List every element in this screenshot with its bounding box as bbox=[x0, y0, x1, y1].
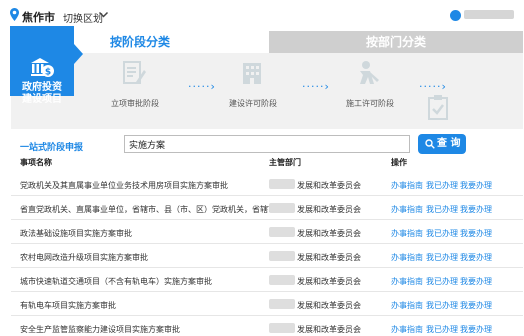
item-name: 农村电网改造升级项目实施方案审批 bbox=[20, 253, 148, 262]
header-department: 主管部门 bbox=[269, 158, 301, 167]
table-row: 城市快速轨道交通项目（不含有轨电车）实施方案审批 发展和改革委员会 办事指南 我… bbox=[11, 269, 523, 292]
item-name: 城市快速轨道交通项目（不含有轨电车）实施方案审批 bbox=[20, 277, 212, 286]
department-name: 发展和改革委员会 bbox=[297, 229, 361, 238]
done-link[interactable]: 我已办理 bbox=[426, 204, 458, 215]
table-row: 安全生产监管监察能力建设项目实施方案审批 发展和改革委员会 办事指南 我已办理 … bbox=[11, 317, 523, 336]
department-prefix-redacted bbox=[269, 323, 295, 333]
item-name: 有轨电车项目实施方案审批 bbox=[20, 301, 116, 310]
item-name: 党政机关及其直属事业单位业务技术用房项目实施方案审批 bbox=[20, 181, 228, 190]
chevron-down-icon[interactable] bbox=[98, 9, 109, 20]
header-actions: 操作 bbox=[391, 158, 407, 167]
item-name: 政法基础设施项目实施方案审批 bbox=[20, 229, 132, 238]
department-name: 发展和改革委员会 bbox=[297, 181, 361, 190]
location-pin-icon bbox=[10, 8, 19, 21]
apply-link[interactable]: 我要办理 bbox=[460, 204, 492, 215]
department-prefix-redacted bbox=[269, 227, 295, 237]
document-edit-icon bbox=[123, 61, 146, 84]
flow-dots: ·····› bbox=[302, 80, 330, 93]
stage-project-approval[interactable]: 立项审批阶段 bbox=[111, 98, 159, 109]
department-prefix-redacted bbox=[269, 251, 295, 261]
table-row: 农村电网改造升级项目实施方案审批 发展和改革委员会 办事指南 我已办理 我要办理 bbox=[11, 245, 523, 268]
department-name: 发展和改革委员会 bbox=[297, 253, 361, 262]
item-name: 省直党政机关、直属事业单位，省辖市、县（市、区）党政机关，省辖市... bbox=[20, 205, 284, 214]
switch-region-link[interactable]: 切换区划 bbox=[63, 10, 103, 25]
stage-pointer-arrow bbox=[74, 44, 83, 64]
search-section-label: 一站式阶段申报 bbox=[20, 143, 84, 153]
clipboard-check-icon bbox=[428, 95, 448, 120]
item-name: 安全生产监管监察能力建设项目实施方案审批 bbox=[20, 325, 180, 334]
guide-link[interactable]: 办事指南 bbox=[391, 300, 423, 311]
department-name: 发展和改革委员会 bbox=[297, 325, 361, 334]
apply-link[interactable]: 我要办理 bbox=[460, 300, 492, 311]
guide-link[interactable]: 办事指南 bbox=[391, 324, 423, 335]
done-link[interactable]: 我已办理 bbox=[426, 324, 458, 335]
done-link[interactable]: 我已办理 bbox=[426, 252, 458, 263]
done-link[interactable]: 我已办理 bbox=[426, 228, 458, 239]
table-row: 党政机关及其直属事业单位业务技术用房项目实施方案审批 发展和改革委员会 办事指南… bbox=[11, 173, 523, 196]
department-prefix-redacted bbox=[269, 299, 295, 309]
search-input[interactable] bbox=[124, 135, 410, 153]
guide-link[interactable]: 办事指南 bbox=[391, 228, 423, 239]
building-icon bbox=[243, 63, 261, 84]
apply-link[interactable]: 我要办理 bbox=[460, 252, 492, 263]
username-redacted[interactable] bbox=[464, 10, 514, 19]
stage-active-label: 政府投资 建设项目 bbox=[22, 82, 62, 105]
tab-by-department[interactable]: 按部门分类 bbox=[269, 31, 523, 53]
user-icon[interactable] bbox=[450, 10, 461, 21]
worker-icon bbox=[360, 61, 379, 84]
department-name: 发展和改革委员会 bbox=[297, 277, 361, 286]
top-bar: 焦作市 切换区划 bbox=[0, 0, 524, 30]
department-prefix-redacted bbox=[269, 275, 295, 285]
done-link[interactable]: 我已办理 bbox=[426, 300, 458, 311]
department-name: 发展和改革委员会 bbox=[297, 301, 361, 310]
current-city: 焦作市 bbox=[22, 11, 55, 24]
guide-link[interactable]: 办事指南 bbox=[391, 204, 423, 215]
department-prefix-redacted bbox=[269, 203, 295, 213]
apply-link[interactable]: 我要办理 bbox=[460, 228, 492, 239]
guide-link[interactable]: 办事指南 bbox=[391, 276, 423, 287]
stage-construction-permit[interactable]: 建设许可阶段 bbox=[229, 98, 277, 109]
table-row: 政法基础设施项目实施方案审批 发展和改革委员会 办事指南 我已办理 我要办理 bbox=[11, 221, 523, 244]
apply-link[interactable]: 我要办理 bbox=[460, 276, 492, 287]
department-prefix-redacted bbox=[269, 179, 295, 189]
search-button-label: 查 询 bbox=[437, 138, 461, 149]
search-button[interactable]: 查 询 bbox=[418, 134, 466, 154]
bank-coin-icon: $ bbox=[31, 58, 54, 78]
department-name: 发展和改革委员会 bbox=[297, 205, 361, 214]
flow-dots: ·····› bbox=[188, 80, 216, 93]
done-link[interactable]: 我已办理 bbox=[426, 276, 458, 287]
guide-link[interactable]: 办事指南 bbox=[391, 252, 423, 263]
table-header: 事项名称 主管部门 操作 bbox=[11, 154, 523, 172]
header-item-name: 事项名称 bbox=[20, 158, 52, 167]
search-icon bbox=[425, 139, 435, 149]
svg-text:$: $ bbox=[45, 68, 51, 78]
stage-construction-work-permit[interactable]: 施工许可阶段 bbox=[346, 98, 394, 109]
apply-link[interactable]: 我要办理 bbox=[460, 180, 492, 191]
flow-dots: ·····› bbox=[419, 80, 447, 93]
table-row: 省直党政机关、直属事业单位，省辖市、县（市、区）党政机关，省辖市... 发展和改… bbox=[11, 197, 523, 220]
guide-link[interactable]: 办事指南 bbox=[391, 180, 423, 191]
apply-link[interactable]: 我要办理 bbox=[460, 324, 492, 335]
done-link[interactable]: 我已办理 bbox=[426, 180, 458, 191]
table-row: 有轨电车项目实施方案审批 发展和改革委员会 办事指南 我已办理 我要办理 bbox=[11, 293, 523, 316]
